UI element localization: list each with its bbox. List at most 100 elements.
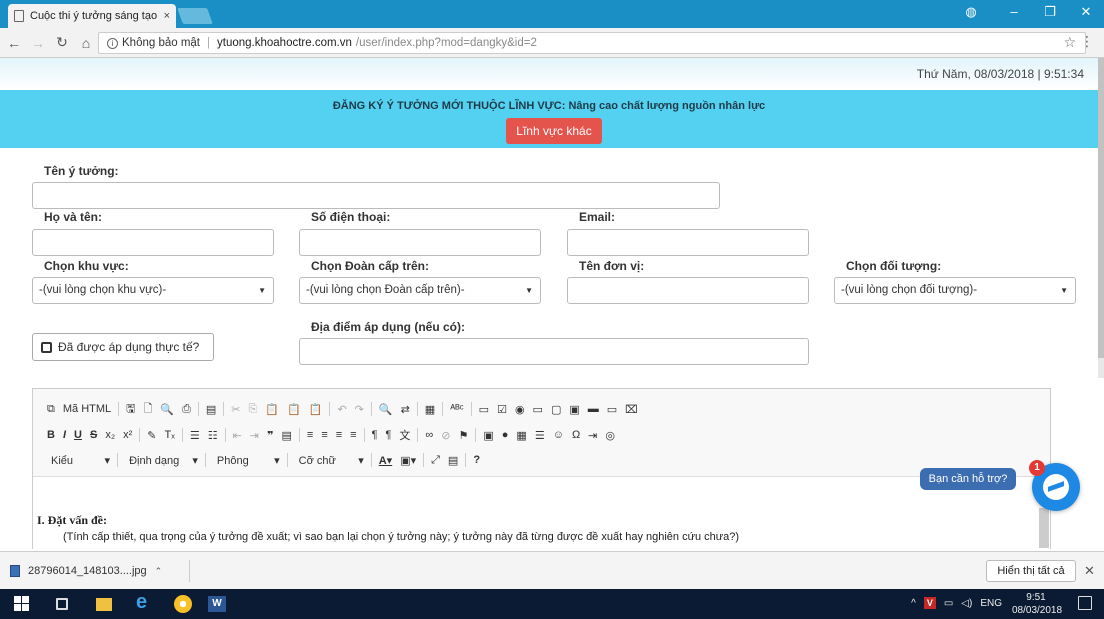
help-bubble[interactable]: Bạn cần hỗ trợ? xyxy=(920,468,1016,490)
find-icon[interactable]: 🔍 xyxy=(375,403,397,416)
file-explorer-icon[interactable] xyxy=(96,598,112,611)
minimize-button[interactable]: – xyxy=(998,4,1030,19)
region-select[interactable]: -(vui lòng chọn khu vực)- ▼ xyxy=(32,277,274,304)
templates-icon[interactable]: ▤ xyxy=(202,403,220,416)
page-scrollbar[interactable] xyxy=(1098,58,1104,378)
editor-content[interactable]: I. Đặt vấn đề: (Tính cấp thiết, qua trọn… xyxy=(33,477,1050,549)
paste-icon[interactable]: 📋 xyxy=(261,403,283,416)
underline-icon[interactable]: U xyxy=(70,429,86,441)
hr-icon[interactable]: ☰ xyxy=(531,429,549,442)
internet-explorer-icon[interactable]: e xyxy=(136,591,156,613)
close-download-bar-icon[interactable]: ✕ xyxy=(1084,563,1095,579)
spellcheck-icon[interactable]: ᴬᴮᶜ xyxy=(446,403,467,415)
textfield-icon[interactable]: ▭ xyxy=(529,403,547,416)
unlink-icon[interactable]: ⊘ xyxy=(437,429,454,442)
select-tool-icon[interactable]: ▣ xyxy=(565,403,583,416)
target-select[interactable]: -(vui lòng chọn đối tượng)- ▼ xyxy=(834,277,1076,304)
maximize-icon[interactable]: ⤢ xyxy=(427,454,444,467)
undo-icon[interactable]: ↶ xyxy=(333,403,350,416)
language-indicator[interactable]: ENG xyxy=(980,598,1002,609)
form-icon[interactable]: ▭ xyxy=(475,403,493,416)
button-tool-icon[interactable]: ▬ xyxy=(584,403,603,415)
unit-input[interactable] xyxy=(567,277,809,304)
align-right-icon[interactable]: ≡ xyxy=(332,429,346,441)
paste-word-icon[interactable]: 📋 xyxy=(305,403,327,416)
page-break-icon[interactable]: ⇥ xyxy=(584,429,601,442)
location-input[interactable] xyxy=(299,338,809,365)
windows-start-icon[interactable] xyxy=(14,596,30,612)
paste-text-icon[interactable]: 📋 xyxy=(283,403,305,416)
save-icon[interactable]: 🖫 xyxy=(122,400,139,419)
div-icon[interactable]: ▤ xyxy=(277,429,295,442)
special-char-icon[interactable]: Ω xyxy=(568,429,584,441)
image-button-icon[interactable]: ▭ xyxy=(603,403,621,416)
indent-icon[interactable]: ⇥ xyxy=(246,429,263,442)
chrome-icon[interactable] xyxy=(174,595,192,613)
text-color-icon[interactable]: A▾ xyxy=(375,454,396,467)
bookmark-star-icon[interactable]: ☆ xyxy=(1063,34,1076,51)
email-input[interactable] xyxy=(567,229,809,256)
tab-close-button[interactable]: × xyxy=(164,10,170,22)
tray-chevron-icon[interactable]: ^ xyxy=(911,598,916,609)
menu-kebab-icon[interactable]: ⋮ xyxy=(1080,33,1094,50)
source-button[interactable]: Mã HTML xyxy=(59,403,115,415)
antivirus-icon[interactable]: V xyxy=(923,597,936,609)
maximize-button[interactable]: ❐ xyxy=(1034,4,1066,20)
taskbar-clock[interactable]: 9:51 08/03/2018 xyxy=(1012,591,1062,617)
about-icon[interactable]: ? xyxy=(469,454,484,466)
applied-checkbox[interactable]: Đã được áp dụng thực tế? xyxy=(32,333,214,361)
close-window-button[interactable]: ✕ xyxy=(1070,4,1102,20)
smiley-icon[interactable]: ☺ xyxy=(549,429,568,441)
select-all-icon[interactable]: ▦ xyxy=(421,403,439,416)
language-icon[interactable]: 文 xyxy=(395,427,414,443)
new-tab-button[interactable] xyxy=(177,8,213,24)
reload-icon[interactable]: ↻ xyxy=(52,34,72,51)
union-select[interactable]: -(vui lòng chọn Đoàn cấp trên)- ▼ xyxy=(299,277,541,304)
align-left-icon[interactable]: ≡ xyxy=(303,429,317,441)
info-icon[interactable]: i xyxy=(107,37,118,49)
bold-icon[interactable]: B xyxy=(43,429,59,441)
redo-icon[interactable]: ↷ xyxy=(351,403,368,416)
format-dropdown[interactable]: Định dạng ▾ xyxy=(121,454,202,467)
flash-icon[interactable]: ● xyxy=(498,429,513,441)
superscript-icon[interactable]: x² xyxy=(119,429,136,441)
full-name-input[interactable] xyxy=(32,229,274,256)
table-icon[interactable]: ▦ xyxy=(512,429,530,442)
task-view-icon[interactable] xyxy=(56,598,68,610)
hidden-field-icon[interactable]: ⌧ xyxy=(621,403,642,416)
italic-icon[interactable]: I xyxy=(59,429,70,441)
justify-icon[interactable]: ≡ xyxy=(346,429,360,441)
preview-icon[interactable]: 🔍 xyxy=(156,403,178,416)
rtl-icon[interactable]: ¶ xyxy=(382,429,396,441)
subscript-icon[interactable]: x₂ xyxy=(101,429,119,441)
size-dropdown[interactable]: Cỡ chữ ▾ xyxy=(291,454,368,467)
radio-icon[interactable]: ◉ xyxy=(511,403,529,416)
bullet-list-icon[interactable]: ☷ xyxy=(204,429,222,442)
new-page-icon[interactable]: 🗋 xyxy=(140,400,157,419)
show-blocks-icon[interactable]: ▤ xyxy=(444,454,462,467)
home-icon[interactable]: ⌂ xyxy=(76,35,96,51)
network-icon[interactable]: ▭ xyxy=(944,598,953,609)
back-icon[interactable]: ← xyxy=(4,35,24,51)
url-input[interactable]: i Không bảo mật | ytuong.khoahoctre.com.… xyxy=(98,32,1086,54)
other-field-button[interactable]: Lĩnh vực khác xyxy=(506,118,602,144)
volume-icon[interactable]: ◁) xyxy=(961,598,972,609)
idea-name-input[interactable] xyxy=(32,182,720,209)
format-painter-icon[interactable]: ✎ xyxy=(143,429,160,442)
image-icon[interactable]: ▣ xyxy=(479,429,497,442)
align-center-icon[interactable]: ≡ xyxy=(317,429,331,441)
chevron-up-icon[interactable]: ⌃ xyxy=(155,566,163,577)
download-item[interactable]: 28796014_148103....jpg ⌃ xyxy=(10,560,190,582)
bg-color-icon[interactable]: ▣▾ xyxy=(396,454,420,467)
iframe-icon[interactable]: ◎ xyxy=(601,429,619,442)
print-icon[interactable]: ⎙ xyxy=(178,403,195,416)
styles-dropdown[interactable]: Kiểu ▾ xyxy=(43,454,114,467)
phone-input[interactable] xyxy=(299,229,541,256)
blockquote-icon[interactable]: ❞ xyxy=(263,429,277,442)
checkbox-tool-icon[interactable]: ☑ xyxy=(493,403,511,416)
textarea-icon[interactable]: ▢ xyxy=(547,403,565,416)
action-center-icon[interactable] xyxy=(1078,596,1092,610)
source-icon[interactable]: ⧉ xyxy=(43,403,59,416)
numbered-list-icon[interactable]: ☰ xyxy=(186,429,204,442)
remove-format-icon[interactable]: Tₓ xyxy=(160,429,178,441)
